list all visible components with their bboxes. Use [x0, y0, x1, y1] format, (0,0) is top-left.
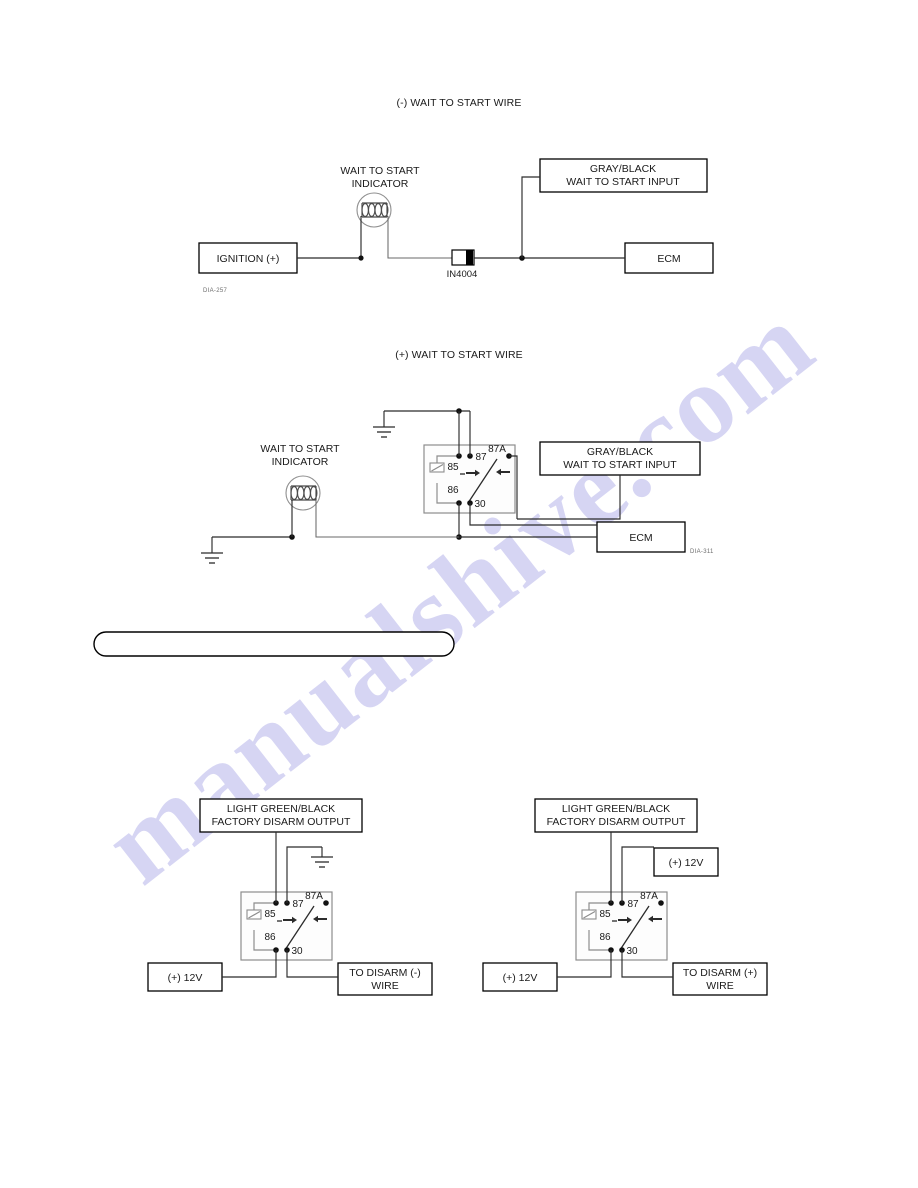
diagram-factory-disarm-positive: LIGHT GREEN/BLACK FACTORY DISARM OUTPUT … — [482, 798, 768, 996]
diagram-1-reference: DIA-257 — [203, 288, 227, 294]
relay-4-label-87: 87 — [627, 899, 639, 910]
diagram-factory-disarm-negative: LIGHT GREEN/BLACK FACTORY DISARM OUTPUT … — [147, 798, 433, 996]
factory-disarm-output-3-line1: LIGHT GREEN/BLACK — [227, 803, 335, 815]
diagram-1-title: (-) WAIT TO START WIRE — [397, 97, 522, 109]
diagram-2-reference: DIA-311 — [690, 549, 714, 555]
wait-to-start-input-line1: GRAY/BLACK — [590, 163, 656, 175]
power-label-4-bottom: (+) 12V — [503, 972, 538, 984]
ecm-label-2: ECM — [629, 532, 652, 544]
factory-disarm-output-3-line2: FACTORY DISARM OUTPUT — [212, 816, 351, 828]
relay-2-label-87a: 87A — [488, 444, 506, 455]
power-label-4-top: (+) 12V — [669, 857, 704, 869]
relay-4-label-30: 30 — [626, 946, 638, 957]
indicator-label-2-line1: WAIT TO START — [260, 443, 340, 455]
section-banner — [93, 631, 455, 657]
wait-to-start-input-line2: WAIT TO START INPUT — [566, 176, 680, 188]
diagram-negative-wait-to-start: (-) WAIT TO START WIRE IGNITION (+) ECM … — [198, 97, 714, 294]
disarm-4-line1: TO DISARM (+) — [683, 967, 757, 979]
relay-4-label-85: 85 — [599, 909, 611, 920]
diagram-2-title: (+) WAIT TO START WIRE — [395, 349, 523, 361]
wait-to-start-input-2-line2: WAIT TO START INPUT — [563, 459, 677, 471]
document-page: manualshive.com (-) WAIT TO START WIRE I… — [0, 0, 918, 1188]
junction-dot-1a — [358, 255, 364, 261]
relay-3-label-87: 87 — [292, 899, 304, 910]
wait-to-start-input-2-line1: GRAY/BLACK — [587, 446, 653, 458]
indicator-label-1-line1: WAIT TO START — [340, 165, 420, 177]
ground-symbol-2-top — [373, 426, 395, 438]
relay-2-label-85: 85 — [447, 462, 459, 473]
ground-symbol-2-bottom — [201, 552, 223, 564]
relay-3-label-30: 30 — [291, 946, 303, 957]
factory-disarm-output-4-line1: LIGHT GREEN/BLACK — [562, 803, 670, 815]
relay-2-label-87: 87 — [475, 452, 487, 463]
wait-to-start-indicator-symbol-1 — [356, 192, 392, 228]
wait-to-start-indicator-symbol-2 — [285, 475, 321, 511]
ignition-label: IGNITION (+) — [217, 253, 280, 265]
relay-4-terminal-87a-dot — [658, 900, 664, 906]
factory-disarm-output-4-line2: FACTORY DISARM OUTPUT — [547, 816, 686, 828]
indicator-label-2-line2: INDICATOR — [272, 456, 329, 468]
relay-2-label-86: 86 — [447, 485, 459, 496]
diagram-positive-wait-to-start: (+) WAIT TO START WIRE WAIT TO START IND… — [201, 349, 714, 564]
banner-shape — [93, 631, 455, 657]
relay-4-label-87a: 87A — [640, 891, 658, 902]
relay-3-terminal-87a-dot — [323, 900, 329, 906]
relay-4-label-86: 86 — [599, 932, 611, 943]
diagram-canvas: (-) WAIT TO START WIRE IGNITION (+) ECM … — [93, 97, 768, 996]
relay-3-label-87a: 87A — [305, 891, 323, 902]
relay-2-label-30: 30 — [474, 499, 486, 510]
disarm-3-line2: WIRE — [371, 980, 398, 992]
disarm-4-line2: WIRE — [706, 980, 733, 992]
disarm-3-line1: TO DISARM (-) — [349, 967, 421, 979]
relay-3-label-86: 86 — [264, 932, 276, 943]
power-label-3: (+) 12V — [168, 972, 203, 984]
ecm-label-1: ECM — [657, 253, 680, 265]
relay-3-label-85: 85 — [264, 909, 276, 920]
indicator-label-1-line2: INDICATOR — [352, 178, 409, 190]
diode-in4004 — [451, 249, 475, 266]
ground-symbol-3 — [311, 856, 333, 868]
diode-label: IN4004 — [447, 269, 478, 280]
